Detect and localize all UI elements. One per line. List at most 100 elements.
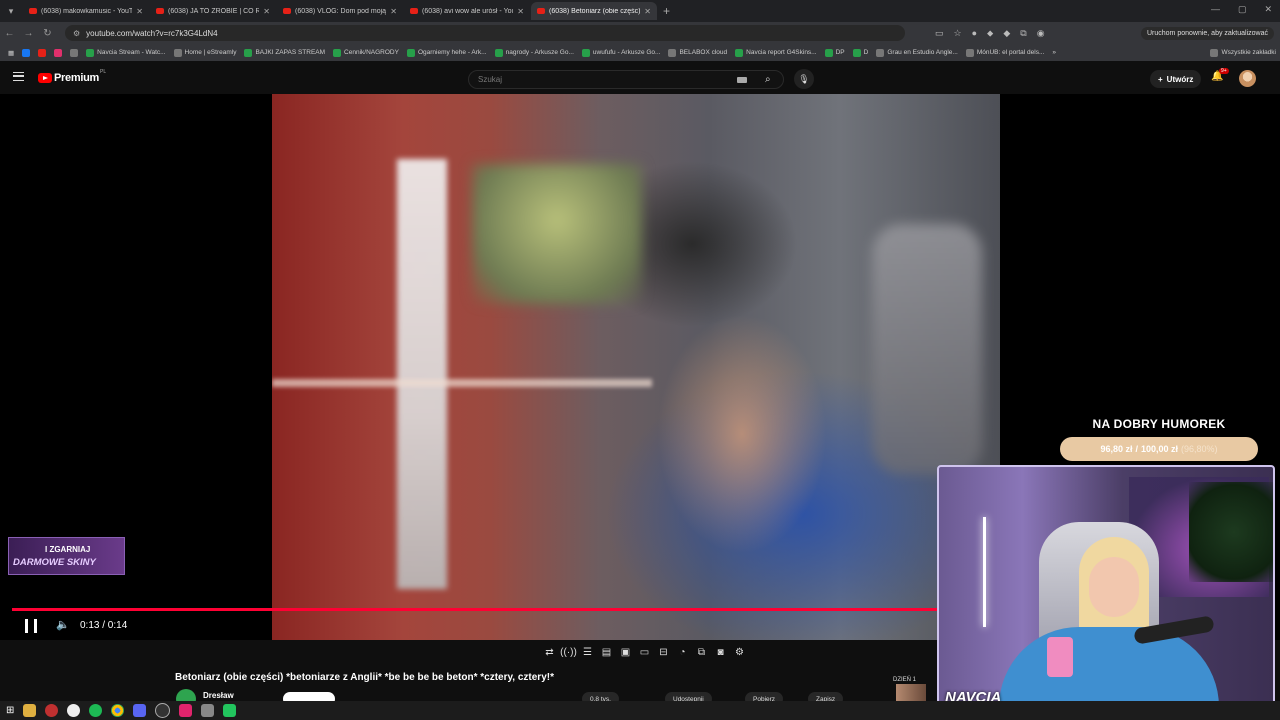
forward-icon[interactable]: → xyxy=(19,28,38,39)
bookmark-item[interactable]: Navcia report G4Skins... xyxy=(735,48,817,57)
goal-percent: (96,80%) xyxy=(1181,444,1218,454)
maximize-icon[interactable]: ▢ xyxy=(1238,4,1247,15)
app-icon[interactable] xyxy=(223,704,237,717)
screenshot-icon[interactable]: ◙ xyxy=(714,646,727,659)
reload-icon[interactable]: ↻ xyxy=(38,28,57,39)
obs-icon[interactable] xyxy=(155,703,171,718)
bookmark-item[interactable]: uwufufu - Arkusze Go... xyxy=(581,48,660,57)
close-tab-icon[interactable]: ✕ xyxy=(136,7,143,16)
keyboard-icon[interactable] xyxy=(737,77,747,83)
app-icon[interactable] xyxy=(45,704,59,717)
notifications-icon[interactable]: 🔔 9+ xyxy=(1211,68,1229,82)
explorer-icon[interactable] xyxy=(23,704,37,717)
sheets-icon xyxy=(735,48,744,57)
discord-icon[interactable] xyxy=(133,704,147,717)
speed-icon[interactable]: ◔ xyxy=(676,646,689,659)
minimize-icon[interactable]: — xyxy=(1211,4,1220,15)
bookmark-item[interactable]: MónUB: el portal dels... xyxy=(965,48,1044,57)
app-icon[interactable] xyxy=(179,704,193,717)
back-icon[interactable]: ← xyxy=(0,28,19,39)
channel-name[interactable]: Dresław xyxy=(203,691,234,700)
settings-gear-icon[interactable]: ⚙ xyxy=(733,646,746,659)
browser-tab[interactable]: (6038) avi wow ale urósł - YouTub ✕ xyxy=(404,2,530,20)
address-field[interactable]: ⚙ youtube.com/watch?v=rc7k3G4LdN4 xyxy=(65,25,905,41)
search-input[interactable]: Szukaj ⌕ xyxy=(468,70,784,89)
chrome-icon[interactable] xyxy=(111,704,125,717)
pip-icon[interactable]: ⧉ xyxy=(695,646,708,659)
close-tab-icon[interactable]: ✕ xyxy=(263,7,270,16)
extensions-puzzle-icon[interactable]: ⧉ xyxy=(1020,28,1026,39)
new-tab-icon[interactable]: + xyxy=(663,4,670,18)
spotify-icon[interactable] xyxy=(89,704,103,717)
bookmark-icon xyxy=(965,48,974,57)
goal-target: 100,00 zł xyxy=(1140,444,1179,454)
video-content xyxy=(397,159,447,589)
video-content xyxy=(272,379,652,387)
webcam-content xyxy=(1047,637,1073,677)
suggested-video-thumbnail[interactable] xyxy=(896,684,926,702)
menu-icon[interactable] xyxy=(13,72,24,81)
start-icon[interactable]: ⊞ xyxy=(6,705,14,716)
webcam-content xyxy=(1189,482,1273,582)
close-tab-icon[interactable]: ✕ xyxy=(517,7,524,16)
voice-search-icon[interactable]: 🎙 xyxy=(794,69,814,89)
search-icon[interactable]: ⌕ xyxy=(765,74,771,85)
more-bookmarks-icon[interactable]: » xyxy=(1052,49,1056,56)
all-bookmarks-folder[interactable]: Wszystkie zakładki xyxy=(1210,48,1276,57)
miniplayer-icon[interactable]: ▣ xyxy=(619,646,632,659)
window-icon[interactable]: ▭ xyxy=(638,646,651,659)
cast-icon[interactable]: ▭ xyxy=(935,28,944,39)
bookmark-item[interactable]: Grau en Estudio Angle... xyxy=(876,48,958,57)
pause-icon[interactable] xyxy=(25,619,37,633)
bookmark-item[interactable]: BAJKI ZAPAS STREAM xyxy=(244,48,325,57)
bookmark-youtube[interactable] xyxy=(38,48,47,57)
extension-icon[interactable]: ● xyxy=(972,28,977,38)
goal-separator: / xyxy=(1135,444,1138,454)
bookmark-item[interactable]: Navcia Stream - Watc... xyxy=(86,48,166,57)
search-placeholder: Szukaj xyxy=(478,75,503,84)
bookmark-x[interactable] xyxy=(70,48,79,57)
sheets-icon xyxy=(244,48,253,57)
apps-icon[interactable]: ▦ xyxy=(8,49,14,57)
bookmark-item[interactable]: DP xyxy=(824,48,845,57)
close-window-icon[interactable]: ✕ xyxy=(1264,4,1272,15)
promo-banner[interactable]: I ZGARNIAJ DARMOWE SKINY xyxy=(8,537,125,575)
audio-icon[interactable]: ((·)) xyxy=(560,646,577,659)
app-icon[interactable] xyxy=(201,704,215,717)
close-tab-icon[interactable]: ✕ xyxy=(390,7,397,16)
close-tab-icon[interactable]: ✕ xyxy=(644,7,651,16)
theater-icon[interactable]: ▤ xyxy=(600,646,613,659)
bookmark-item[interactable]: nagrody - Arkusze Go... xyxy=(494,48,574,57)
site-info-icon[interactable]: ⚙ xyxy=(73,29,80,38)
tab-search-icon[interactable]: ▾ xyxy=(0,0,22,22)
volume-icon[interactable]: 🔈 xyxy=(56,618,70,631)
extension-icon[interactable]: ◆ xyxy=(1003,28,1010,39)
bookmark-item[interactable]: Home | eStreamly xyxy=(173,48,236,57)
bookmark-facebook[interactable] xyxy=(22,48,31,57)
browser-tab-active[interactable]: (6038) Betoniarz (obie częśc) ✕ xyxy=(531,2,657,20)
bookmark-item[interactable]: D xyxy=(852,48,868,57)
bookmark-label: nagrody - Arkusze Go... xyxy=(505,49,574,56)
extension-icon[interactable]: ⬥ xyxy=(987,28,993,39)
cinema-icon[interactable]: ⊟ xyxy=(657,646,670,659)
browser-tab[interactable]: (6038) VLOG: Dom pod moją ✕ xyxy=(277,2,403,20)
youtube-logo[interactable]: Premium PL xyxy=(38,69,106,84)
player-extension-toolbar: ⇄ ((·)) ☰ ▤ ▣ ▭ ⊟ ◔ ⧉ ◙ ⚙ xyxy=(543,646,746,659)
browser-tab[interactable]: (6038) JA TO ZROBIE | CO ROBIŁ?✕ xyxy=(150,2,276,20)
app-icon[interactable] xyxy=(67,704,81,717)
browser-tab[interactable]: (6038) makowkamusic - YouTube✕ xyxy=(23,2,149,20)
bookmark-item[interactable]: BELABOX cloud xyxy=(668,48,727,57)
bookmark-label: Navcia report G4Skins... xyxy=(746,49,817,56)
progress-bar[interactable] xyxy=(12,608,940,611)
profile-icon[interactable]: ◉ xyxy=(1037,28,1045,39)
relaunch-button[interactable]: Uruchom ponownie, aby zaktualizować xyxy=(1140,26,1274,40)
bookmark-instagram[interactable] xyxy=(54,48,63,57)
playlist-icon[interactable]: ☰ xyxy=(581,646,594,659)
bookmark-item[interactable]: Cennik/NAGRODY xyxy=(333,48,399,57)
video-frame[interactable] xyxy=(272,94,1000,640)
bookmark-star-icon[interactable]: ☆ xyxy=(954,28,962,39)
loop-icon[interactable]: ⇄ xyxy=(543,646,556,659)
create-button[interactable]: + Utwórz xyxy=(1150,70,1202,88)
bookmark-item[interactable]: Ogarniemy hehe - Ark... xyxy=(406,48,487,57)
avatar[interactable] xyxy=(1239,70,1256,87)
